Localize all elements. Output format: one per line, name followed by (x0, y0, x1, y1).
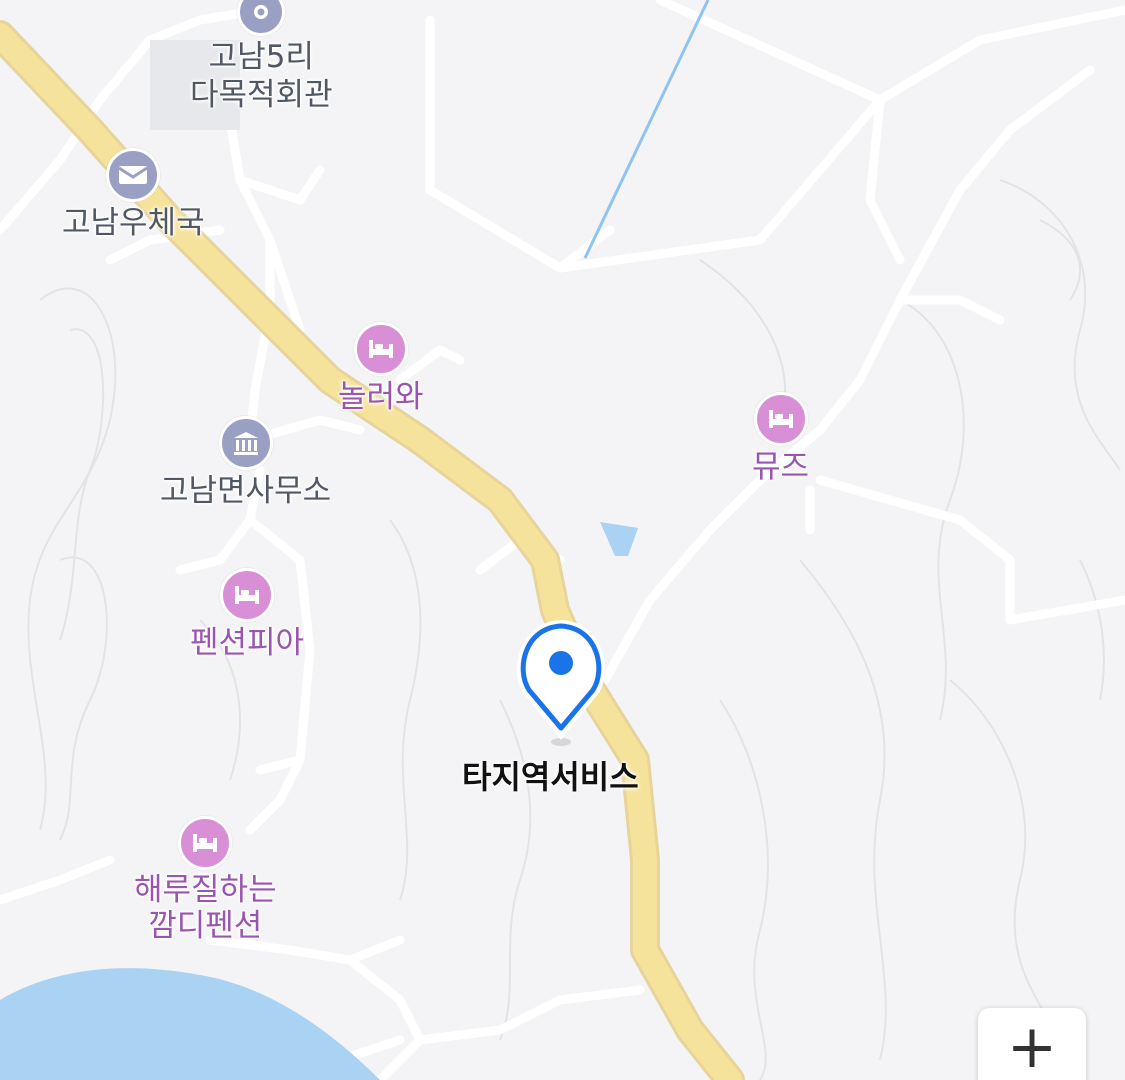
selected-location-pin-icon[interactable] (510, 612, 612, 752)
poi-label: 고남5리 다목적회관 (190, 39, 333, 113)
poi-nollowa[interactable]: 놀러와 (338, 322, 424, 416)
selected-place-label: 타지역서비스 (462, 758, 639, 796)
poi-post-office[interactable]: 고남우체국 (62, 148, 205, 242)
poi-label: 고남면사무소 (160, 473, 332, 509)
poi-township-office[interactable]: 고남면사무소 (160, 416, 331, 510)
location-dot-icon (237, 0, 286, 36)
poi-pension-pia[interactable]: 펜션피아 (190, 568, 304, 662)
poi-label: 펜션피아 (190, 625, 305, 661)
bed-icon (353, 322, 408, 376)
zoom-in-button[interactable]: + (978, 1008, 1086, 1080)
bed-icon (753, 392, 808, 446)
poi-muse[interactable]: 뮤즈 (752, 392, 809, 486)
building-icon (218, 416, 273, 470)
bed-icon (220, 568, 275, 622)
bed-icon (178, 816, 233, 870)
poi-gonam5ri-hall[interactable]: 고남5리 다목적회관 (190, 0, 333, 114)
poi-kkamdi-pension[interactable]: 해루질하는 깜디펜션 (134, 816, 277, 944)
poi-label: 고남우체국 (62, 205, 205, 241)
mail-icon (106, 148, 161, 202)
poi-label: 뮤즈 (752, 449, 810, 485)
poi-label: 놀러와 (338, 379, 424, 415)
map-view[interactable]: 고남5리 다목적회관 고남우체국 놀러와 고남면사무소 뮤즈 펜션피아 해루질하… (0, 0, 1125, 1080)
plus-icon: + (1006, 1012, 1058, 1080)
stream (583, 0, 710, 259)
poi-label: 해루질하는 깜디펜션 (134, 872, 277, 944)
